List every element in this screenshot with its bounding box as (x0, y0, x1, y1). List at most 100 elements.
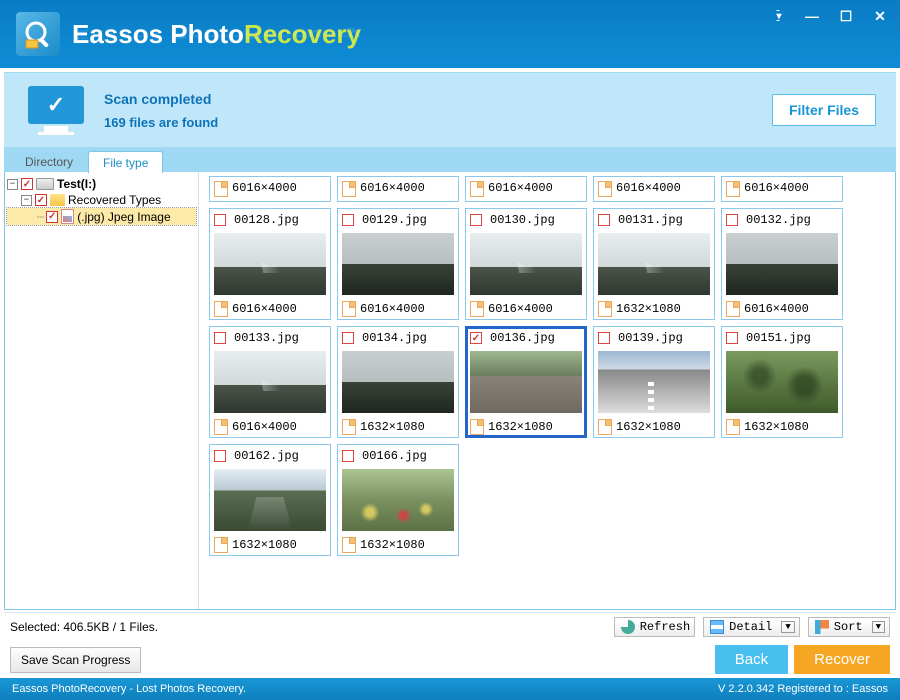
thumbnail-card[interactable]: 00129.jpg6016×4000 (337, 208, 459, 320)
thumbnail-checkbox[interactable] (214, 332, 226, 344)
tree-checkbox[interactable] (46, 211, 58, 223)
status-subtitle: 169 files are found (104, 115, 772, 130)
recover-button[interactable]: Recover (794, 645, 890, 674)
tree-node-filetype[interactable]: ┄ (.jpg) Jpeg Image (7, 208, 196, 225)
file-icon (214, 537, 228, 553)
chevron-down-icon: ▼ (872, 621, 885, 633)
thumbnail-preview (342, 351, 454, 413)
thumbnail-preview (598, 233, 710, 295)
thumbnail-card[interactable]: 00134.jpg1632×1080 (337, 326, 459, 438)
save-scan-progress-button[interactable]: Save Scan Progress (10, 647, 141, 673)
thumbnail-checkbox[interactable] (726, 214, 738, 226)
close-icon[interactable]: ✕ (872, 8, 888, 24)
tree-checkbox[interactable] (21, 178, 33, 190)
sort-icon (815, 620, 829, 634)
thumbnail-preview (342, 233, 454, 295)
thumbnail-card[interactable]: 00128.jpg6016×4000 (209, 208, 331, 320)
footer-bar: Eassos PhotoRecovery - Lost Photos Recov… (0, 678, 900, 700)
file-icon (470, 181, 484, 197)
title-bar: Eassos PhotoRecovery Eassos PhotoRecover… (0, 0, 900, 68)
tree-node-folder[interactable]: − Recovered Types (7, 192, 196, 208)
thumbnail-checkbox[interactable] (214, 214, 226, 226)
file-icon (726, 419, 740, 435)
thumbnail-card[interactable]: 00133.jpg6016×4000 (209, 326, 331, 438)
thumbnail-checkbox[interactable] (342, 450, 354, 462)
thumbnail-card[interactable]: 00130.jpg6016×4000 (465, 208, 587, 320)
file-icon (598, 181, 612, 197)
thumbnail-dimensions: 6016×4000 (616, 181, 681, 195)
back-button[interactable]: Back (715, 645, 788, 674)
tree-collapse-icon[interactable]: − (7, 179, 18, 190)
thumbnail-checkbox[interactable] (342, 332, 354, 344)
thumbnail-filename: 00132.jpg (746, 213, 811, 227)
file-icon (598, 419, 612, 435)
thumbnail-filename: 00133.jpg (234, 331, 299, 345)
status-panel: ✓ Scan completed 169 files are found Fil… (4, 72, 896, 148)
window-menu-icon[interactable]: ▾ (770, 8, 786, 24)
thumbnail-card-partial[interactable]: 6016×4000 (209, 176, 331, 202)
thumbnail-dimensions: 1632×1080 (744, 420, 809, 434)
file-icon (470, 301, 484, 317)
thumbnails-scroll[interactable]: 6016×4000 6016×4000 6016×4000 6016×4000 6016… (199, 172, 895, 609)
thumbnail-checkbox[interactable] (598, 332, 610, 344)
thumbnail-card-partial[interactable]: 6016×4000 (721, 176, 843, 202)
thumbnail-dimensions: 6016×4000 (488, 181, 553, 195)
thumbnail-card-partial[interactable]: 6016×4000 (593, 176, 715, 202)
filter-files-button[interactable]: Filter Files (772, 94, 876, 126)
tree-label: Test(I:) (57, 177, 96, 191)
file-icon (342, 419, 356, 435)
thumbnail-checkbox[interactable] (726, 332, 738, 344)
refresh-button[interactable]: Refresh (614, 617, 695, 637)
thumbnail-dimensions: 1632×1080 (616, 420, 681, 434)
file-icon (470, 419, 484, 435)
tree-branch-icon: ┄ (37, 210, 44, 224)
thumbnail-filename: 00129.jpg (362, 213, 427, 227)
tab-directory[interactable]: Directory (10, 150, 88, 172)
thumbnail-checkbox[interactable] (214, 450, 226, 462)
tab-file-type[interactable]: File type (88, 151, 163, 173)
thumbnail-row-partial: 6016×4000 6016×4000 6016×4000 6016×4000 6016… (209, 176, 891, 202)
selection-info: Selected: 406.5KB / 1 Files. (10, 620, 158, 634)
thumbnail-filename: 00128.jpg (234, 213, 299, 227)
thumbnail-checkbox[interactable] (470, 214, 482, 226)
file-icon (342, 301, 356, 317)
thumbnail-dimensions: 1632×1080 (360, 538, 425, 552)
thumbnail-card[interactable]: 00132.jpg 6016×4000 (721, 208, 843, 320)
tree-collapse-icon[interactable]: − (21, 195, 32, 206)
thumbnail-card[interactable]: 00139.jpg1632×1080 (593, 326, 715, 438)
thumbnail-dimensions: 6016×4000 (744, 302, 809, 316)
thumbnail-card-partial[interactable]: 6016×4000 (337, 176, 459, 202)
thumbnail-card[interactable]: 00162.jpg1632×1080 (209, 444, 331, 556)
file-icon (342, 181, 356, 197)
footer-right: V 2.2.0.342 Registered to : Eassos (718, 683, 888, 695)
thumbnails-panel: 6016×4000 6016×4000 6016×4000 6016×4000 6016… (199, 172, 895, 609)
thumbnail-card[interactable]: 00131.jpg1632×1080 (593, 208, 715, 320)
thumbnail-card-partial[interactable]: 6016×4000 (465, 176, 587, 202)
thumbnail-preview (214, 351, 326, 413)
thumbnail-preview (342, 469, 454, 531)
file-icon (214, 419, 228, 435)
thumbnail-dimensions: 1632×1080 (232, 538, 297, 552)
thumbnail-checkbox[interactable] (342, 214, 354, 226)
info-bar: Selected: 406.5KB / 1 Files. Refresh Det… (4, 612, 896, 641)
thumbnail-checkbox[interactable] (470, 332, 482, 344)
file-icon (598, 301, 612, 317)
jpeg-icon (61, 209, 74, 224)
thumbnail-card[interactable]: 00136.jpg1632×1080 (465, 326, 587, 438)
thumbnail-card[interactable]: 00166.jpg1632×1080 (337, 444, 459, 556)
sort-dropdown[interactable]: Sort ▼ (808, 617, 890, 637)
thumbnail-dimensions: 6016×4000 (744, 181, 809, 195)
tree-checkbox[interactable] (35, 194, 47, 206)
tree-label: (.jpg) Jpeg Image (77, 210, 170, 224)
thumbnail-filename: 00136.jpg (490, 331, 555, 345)
detail-dropdown[interactable]: Detail ▼ (703, 617, 800, 637)
minimize-icon[interactable]: — (804, 8, 820, 24)
thumbnail-card[interactable]: 00151.jpg1632×1080 (721, 326, 843, 438)
maximize-icon[interactable]: ☐ (838, 8, 854, 24)
tree-node-drive[interactable]: − Test(I:) (7, 176, 196, 192)
thumbnail-checkbox[interactable] (598, 214, 610, 226)
app-title-reflection: Eassos PhotoRecovery (72, 27, 361, 43)
thumbnail-preview (470, 233, 582, 295)
thumbnail-dimensions: 6016×4000 (232, 181, 297, 195)
thumbnail-preview (214, 469, 326, 531)
